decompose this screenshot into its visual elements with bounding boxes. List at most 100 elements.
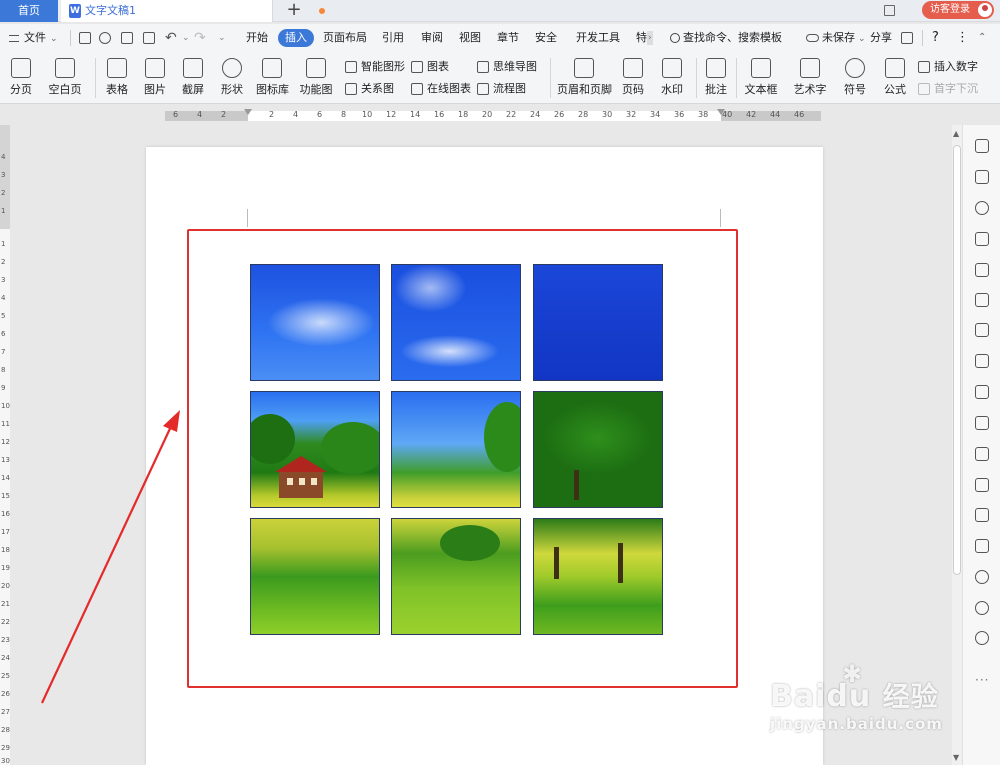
visitor-login-button[interactable]: 访客登录	[922, 1, 994, 19]
pen-icon[interactable]	[975, 139, 989, 153]
indent-marker-icon[interactable]	[244, 109, 252, 115]
help-button[interactable]: ?	[932, 24, 939, 52]
grid-image-meadow-2[interactable]	[391, 518, 521, 635]
undo-chevron-icon[interactable]: ⌄	[182, 24, 190, 52]
drop-cap-icon	[918, 83, 930, 95]
table-button[interactable]: 表格	[102, 52, 132, 104]
margin-corner-mark	[247, 209, 248, 227]
tab-home-ribbon[interactable]: 开始	[246, 24, 268, 52]
grid-image-house-hill[interactable]	[250, 391, 380, 508]
ruler-label: 15	[1, 492, 10, 500]
smart-art-button[interactable]: 智能图形	[345, 58, 405, 76]
online-chart-button[interactable]: 在线图表	[411, 80, 471, 98]
cloud-save-status[interactable]: 未保存 ⌄	[806, 24, 866, 52]
grid-image-meadow-1[interactable]	[250, 518, 380, 635]
blank-page-button[interactable]: 空白页	[44, 52, 86, 104]
tab-security[interactable]: 安全	[535, 24, 557, 52]
image-icon[interactable]	[975, 539, 989, 553]
shapes-button[interactable]: 形状	[217, 52, 247, 104]
location-icon[interactable]	[975, 201, 989, 215]
scrollbar-thumb[interactable]	[953, 145, 961, 575]
redo-icon[interactable]: ↷	[194, 24, 206, 52]
drop-cap-button[interactable]: 首字下沉	[918, 80, 978, 98]
vertical-ruler[interactable]: 4 3 2 1 1 2 3 4 5 6 7 8 9 10 11 12 13 14…	[0, 125, 10, 765]
more-options-button[interactable]: ⋮	[956, 24, 969, 52]
relation-diagram-button[interactable]: 关系图	[345, 80, 394, 98]
grid-image-meadow-3[interactable]	[533, 518, 663, 635]
page-number-button[interactable]: 页码	[618, 52, 648, 104]
grid-panel-icon[interactable]	[975, 323, 989, 337]
window-layout-icon[interactable]	[884, 5, 895, 16]
save-icon[interactable]	[79, 32, 91, 44]
chart-panel-icon[interactable]	[975, 354, 989, 368]
command-search[interactable]: 查找命令、搜索模板	[670, 24, 782, 52]
tabs-scroll-right-icon[interactable]: ›	[647, 31, 653, 45]
collapse-ribbon-icon[interactable]: ⌃	[978, 24, 986, 52]
word-art-button[interactable]: 艺术字	[790, 52, 830, 104]
right-tool-panel: ···	[962, 125, 1000, 765]
tab-chapter[interactable]: 章节	[497, 24, 519, 52]
comment-icon	[706, 58, 726, 78]
share-button[interactable]: 分享	[870, 24, 892, 52]
new-tab-button[interactable]: +	[284, 0, 304, 22]
undo-icon[interactable]: ↶	[165, 24, 177, 52]
archive-icon[interactable]	[975, 508, 989, 522]
grid-image-forest-sky[interactable]	[391, 391, 521, 508]
print-preview-icon[interactable]	[143, 32, 155, 44]
indent-marker-icon[interactable]	[717, 109, 725, 115]
history-icon[interactable]	[975, 601, 989, 615]
scroll-up-icon[interactable]: ▲	[953, 129, 959, 138]
grid-image-tree[interactable]	[533, 391, 663, 508]
symbol-button[interactable]: 符号	[840, 52, 870, 104]
collaborate-icon[interactable]	[901, 32, 913, 44]
help-circle-icon[interactable]	[975, 631, 989, 645]
tab-developer-tools[interactable]: 开发工具	[576, 24, 620, 52]
translate-icon[interactable]	[975, 478, 989, 492]
file-menu-button[interactable]: 文件 ⌄	[9, 24, 58, 52]
tab-document[interactable]: W 文字文稿1	[61, 0, 325, 22]
text-box-button[interactable]: 文本框	[742, 52, 780, 104]
formula-button[interactable]: 公式	[880, 52, 910, 104]
format-painter-icon[interactable]	[99, 32, 111, 44]
grid-image-sky-1[interactable]	[250, 264, 380, 381]
table-panel-icon[interactable]	[975, 293, 989, 307]
print-icon[interactable]	[121, 32, 133, 44]
shapes-panel-icon[interactable]	[975, 232, 989, 246]
quick-access-chevron-icon[interactable]: ⌄	[218, 24, 226, 52]
function-chart-button[interactable]: 功能图	[297, 52, 335, 104]
screenshot-button[interactable]: 截屏	[178, 52, 208, 104]
grid-image-sky-3[interactable]	[533, 264, 663, 381]
ruler-label: 12	[1, 438, 10, 446]
header-footer-button[interactable]: 页眉和页脚	[557, 52, 612, 104]
document-page[interactable]	[146, 147, 823, 765]
watermark-button[interactable]: 水印	[656, 52, 688, 104]
grid-image-sky-2[interactable]	[391, 264, 521, 381]
tab-review[interactable]: 审阅	[421, 24, 443, 52]
insert-number-button[interactable]: 插入数字	[918, 58, 978, 76]
ruler-label: 27	[1, 708, 10, 716]
tab-insert[interactable]: 插入	[278, 29, 314, 47]
mind-map-button[interactable]: 思维导图	[477, 58, 537, 76]
flowchart-button[interactable]: 流程图	[477, 80, 526, 98]
tab-references[interactable]: 引用	[382, 24, 404, 52]
horizontal-ruler[interactable]: 6 4 2 2 4 6 8 10 12 14 16 18 20 22 24 26…	[0, 105, 948, 125]
tab-view[interactable]: 视图	[459, 24, 481, 52]
adjust-icon[interactable]	[975, 385, 989, 399]
tab-home[interactable]: 首页	[0, 0, 58, 22]
ruler-label: 2	[1, 189, 6, 197]
style-icon[interactable]	[975, 263, 989, 277]
scroll-down-icon[interactable]: ▼	[953, 753, 959, 762]
more-tools-icon[interactable]: ···	[975, 673, 989, 687]
select-cursor-icon[interactable]	[975, 170, 989, 184]
shield-icon[interactable]	[975, 570, 989, 584]
ruler-label: 1	[1, 207, 6, 215]
comment-button[interactable]: 批注	[702, 52, 730, 104]
share-panel-icon[interactable]	[975, 447, 989, 461]
picture-panel-icon[interactable]	[975, 416, 989, 430]
chart-button[interactable]: 图表	[411, 58, 449, 76]
page-break-button[interactable]: 分页	[5, 52, 37, 104]
picture-button[interactable]: 图片	[140, 52, 170, 104]
tab-page-layout[interactable]: 页面布局	[323, 24, 367, 52]
tab-special[interactable]: 特	[636, 24, 647, 52]
icon-library-button[interactable]: 图标库	[256, 52, 289, 104]
